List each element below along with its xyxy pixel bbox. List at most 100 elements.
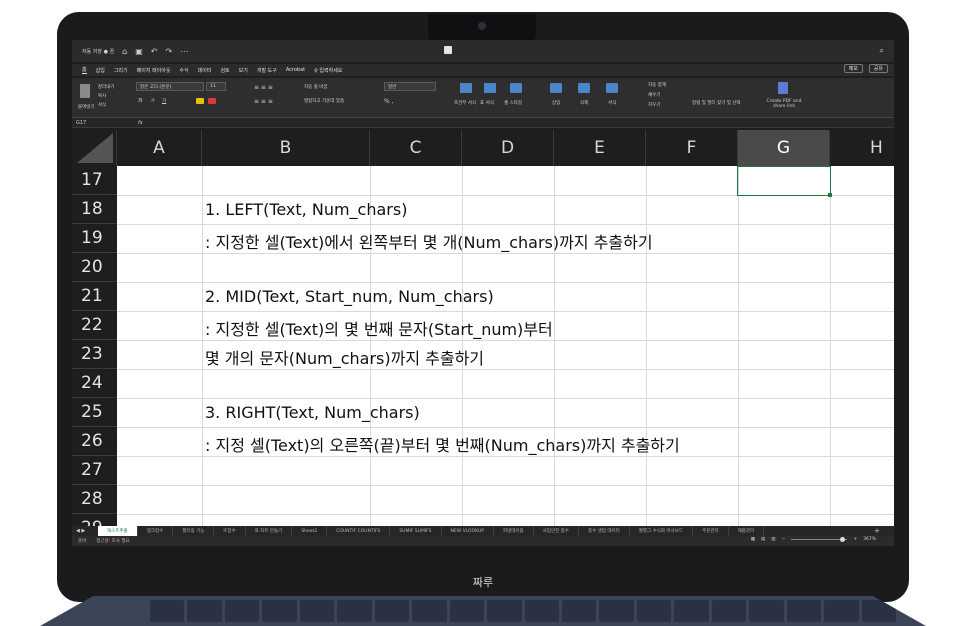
cut-button[interactable]: 잘라내기 xyxy=(98,84,115,90)
zoom-out-button[interactable]: − xyxy=(782,537,786,542)
menu-item-developer[interactable]: 개발 도구 xyxy=(257,67,277,74)
row-header-21[interactable]: 21 xyxy=(72,282,117,311)
sheet-tab[interactable]: Sheet2 xyxy=(292,526,328,536)
undo-icon[interactable]: ↶ xyxy=(151,47,158,56)
sheet-tab[interactable]: 재품관리 xyxy=(729,526,765,536)
row-header-19[interactable]: 19 xyxy=(72,224,117,253)
paste-icon[interactable] xyxy=(80,84,90,98)
sort-filter-button[interactable]: 정렬 및 필터 xyxy=(692,100,716,106)
row-header-25[interactable]: 25 xyxy=(72,398,117,427)
column-header-e[interactable]: E xyxy=(554,130,646,166)
menu-item-acrobat[interactable]: Acrobat xyxy=(286,67,305,73)
more-icon[interactable]: ⋯ xyxy=(180,47,188,56)
percent-icon[interactable]: % , xyxy=(384,98,394,105)
zoom-in-button[interactable]: + xyxy=(853,537,857,542)
zoom-slider[interactable] xyxy=(791,537,848,542)
sheet-tab[interactable]: 주문관리 xyxy=(693,526,729,536)
sheet-tab-active[interactable]: 텍스트추출 xyxy=(98,526,138,536)
font-name-select[interactable]: 맑은 고딕 (본문) xyxy=(136,82,204,91)
zoom-slider-knob[interactable] xyxy=(840,537,846,542)
sheet-tab[interactable]: 월별그 수식화 마사보드 xyxy=(630,526,694,536)
number-format-select[interactable]: 일반 xyxy=(384,82,436,91)
comment-button[interactable]: 메모 xyxy=(843,64,863,73)
fx-icon[interactable]: fx xyxy=(138,120,143,126)
fill-handle[interactable] xyxy=(828,193,832,197)
format-cells-icon[interactable] xyxy=(606,83,618,93)
find-select-button[interactable]: 찾기 및 선택 xyxy=(717,100,741,106)
zoom-level[interactable]: 367% xyxy=(863,537,876,542)
add-sheet-button[interactable]: + xyxy=(874,527,880,535)
column-header-g[interactable]: G xyxy=(738,130,830,166)
copy-button[interactable]: 복사 xyxy=(98,93,106,99)
italic-button[interactable]: 가 xyxy=(150,98,154,104)
sheet-tab[interactable]: 사업안진 함수 xyxy=(534,526,579,536)
conditional-format-button[interactable]: 조건부 서식 xyxy=(454,100,476,106)
menu-item-review[interactable]: 검토 xyxy=(220,67,229,74)
sheet-tab[interactable]: 필터링 기능 xyxy=(173,526,215,536)
table-format-icon[interactable] xyxy=(484,83,496,93)
sheet-tab[interactable]: 랭크함수 xyxy=(138,526,174,536)
column-header-b[interactable]: B xyxy=(202,130,370,166)
page-layout-view-icon[interactable]: ▤ xyxy=(761,537,765,542)
column-header-c[interactable]: C xyxy=(370,130,462,166)
create-pdf-button[interactable]: Create PDF and share link xyxy=(762,99,806,109)
sheet-tab[interactable]: SUMIF SUMIFS xyxy=(390,526,442,536)
selected-cell-g17[interactable] xyxy=(737,166,831,196)
tell-me-search[interactable]: ♀ 입력하세요 xyxy=(314,67,342,74)
menu-item-data[interactable]: 데이터 xyxy=(198,67,212,74)
font-color-icon[interactable] xyxy=(208,98,216,104)
row-header-20[interactable]: 20 xyxy=(72,253,117,282)
page-break-view-icon[interactable]: ▥ xyxy=(771,537,775,542)
sheet-tab[interactable]: IF함수 xyxy=(214,526,246,536)
sheet-tab[interactable]: 피벗테이블 xyxy=(494,526,534,536)
normal-view-icon[interactable]: ▦ xyxy=(751,537,755,542)
cell-b25[interactable]: 3. RIGHT(Text, Num_chars) xyxy=(205,403,420,422)
row-header-27[interactable]: 27 xyxy=(72,456,117,485)
share-button[interactable]: 공유 xyxy=(868,64,888,73)
select-all-corner[interactable] xyxy=(72,130,117,166)
menu-item-view[interactable]: 보기 xyxy=(239,67,248,74)
delete-cells-icon[interactable] xyxy=(578,83,590,93)
cell-b18[interactable]: 1. LEFT(Text, Num_chars) xyxy=(205,200,407,219)
column-header-f[interactable]: F xyxy=(646,130,738,166)
insert-cells-button[interactable]: 삽입 xyxy=(552,100,560,106)
row-header-29[interactable]: 29 xyxy=(72,514,117,526)
menu-item-page-layout[interactable]: 페이지 레이아웃 xyxy=(137,67,171,74)
row-header-24[interactable]: 24 xyxy=(72,369,117,398)
insert-cells-icon[interactable] xyxy=(550,83,562,93)
sheet-tab[interactable]: NEW VLOOKUP xyxy=(442,526,494,536)
cell-style-button[interactable]: 셀 스타일 xyxy=(504,100,522,106)
conditional-format-icon[interactable] xyxy=(460,83,472,93)
sheet-tab[interactable]: COUNTIF COUNTIFS xyxy=(327,526,391,536)
clear-button[interactable]: 지우기 xyxy=(648,102,660,108)
sheet-nav-arrows[interactable]: ◀ ▶ xyxy=(72,528,98,534)
menu-item-draw[interactable]: 그리기 xyxy=(114,67,128,74)
row-header-28[interactable]: 28 xyxy=(72,485,117,514)
create-pdf-icon[interactable] xyxy=(778,82,788,94)
cell-b23[interactable]: 몇 개의 문자(Num_chars)까지 추출하기 xyxy=(205,345,484,369)
sheet-tab[interactable]: 표 차트 만들기 xyxy=(246,526,293,536)
underline-button[interactable]: 가 xyxy=(162,98,166,104)
accessibility-status[interactable]: 접근성: 조사 필요 xyxy=(96,538,129,544)
menu-item-insert[interactable]: 삽입 xyxy=(96,67,105,74)
align-top-icon[interactable]: ≡ ≡ ≡ xyxy=(254,84,273,91)
fill-button[interactable]: 채우기 xyxy=(648,92,660,98)
column-header-a[interactable]: A xyxy=(117,130,202,166)
fill-color-icon[interactable] xyxy=(196,98,204,104)
home-icon[interactable]: ⌂ xyxy=(122,47,127,56)
cell-style-icon[interactable] xyxy=(510,83,522,93)
column-header-d[interactable]: D xyxy=(462,130,554,166)
wrap-text-button[interactable]: 자동 줄 바꿈 xyxy=(304,84,328,90)
font-size-select[interactable]: 11 xyxy=(206,82,226,91)
cell-b21[interactable]: 2. MID(Text, Start_num, Num_chars) xyxy=(205,287,494,306)
redo-icon[interactable]: ↷ xyxy=(165,47,172,56)
menu-item-home[interactable]: 홈 xyxy=(82,66,87,74)
column-header-h[interactable]: H xyxy=(830,130,894,166)
sheet-tab[interactable]: 중수 생업 데이터 xyxy=(579,526,630,536)
merge-center-button[interactable]: 병합하고 가운데 맞춤 xyxy=(304,98,344,104)
row-header-22[interactable]: 22 xyxy=(72,311,117,340)
menu-item-formulas[interactable]: 수식 xyxy=(179,67,188,74)
autosum-button[interactable]: 자동 합계 xyxy=(648,82,666,88)
name-box[interactable]: G17 xyxy=(72,120,102,126)
format-painter-button[interactable]: 서식 xyxy=(98,102,106,108)
